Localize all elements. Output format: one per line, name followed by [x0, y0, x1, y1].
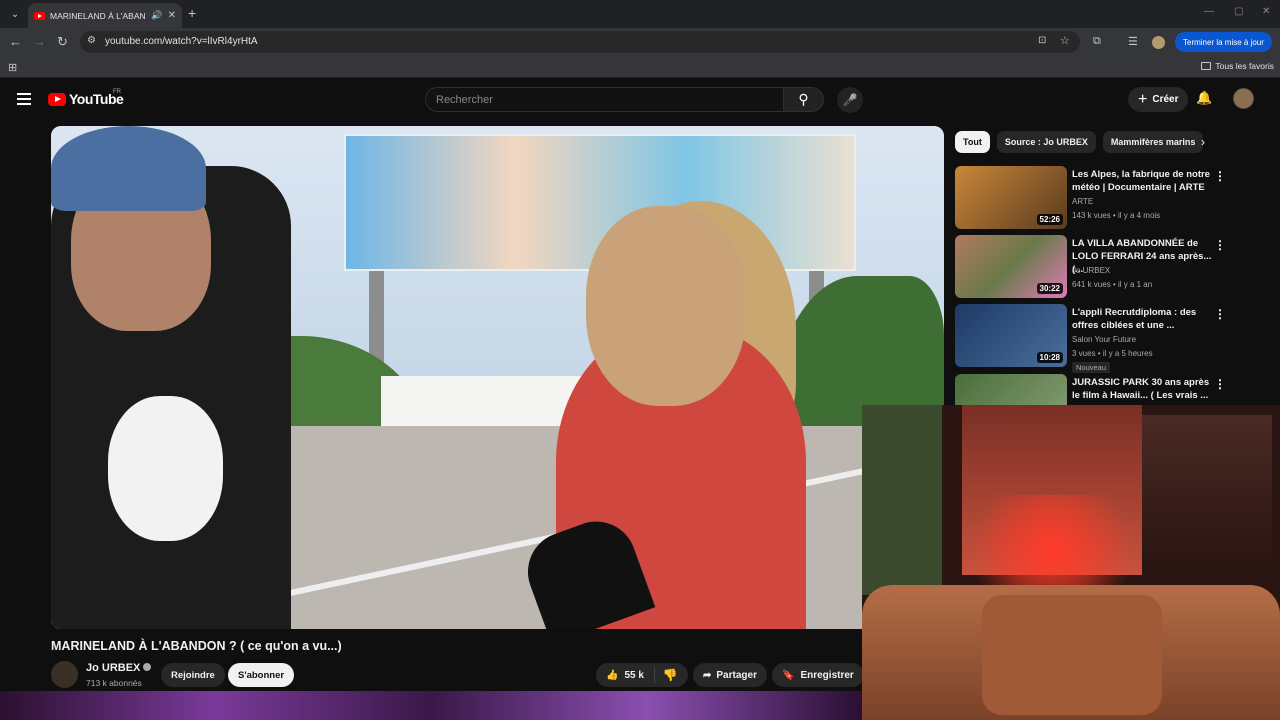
duration: 30:22: [1036, 283, 1063, 294]
recommendation-meta: 143 k vues • il y a 4 mois: [1072, 211, 1161, 220]
recommendation-item[interactable]: 52:26 Les Alpes, la fabrique de notre mé…: [955, 166, 1275, 230]
chip-all[interactable]: Tout: [955, 131, 990, 153]
close-tab-icon[interactable]: ✕: [168, 10, 176, 21]
new-badge: Nouveau: [1072, 362, 1111, 373]
verified-icon: [143, 663, 152, 671]
reload-icon[interactable]: ↻: [57, 34, 68, 50]
menu-icon[interactable]: [17, 93, 31, 105]
youtube-favicon-icon: [34, 11, 45, 20]
new-tab-icon[interactable]: +: [188, 5, 196, 21]
more-actions-icon[interactable]: ⋮: [1214, 238, 1226, 252]
back-icon[interactable]: ←: [9, 34, 22, 49]
like-count: 55 k: [624, 669, 644, 681]
recommendation-channel[interactable]: ARTE: [1072, 197, 1093, 206]
video-thumbnail[interactable]: [955, 374, 1067, 405]
search-button[interactable]: ⚲: [784, 87, 824, 112]
video-player[interactable]: [51, 126, 944, 629]
region-code: FR: [113, 89, 121, 95]
maximize-icon[interactable]: ▢: [1234, 6, 1243, 17]
recommendation-meta: 641 k vues • il y a 1 an: [1072, 280, 1153, 289]
dislike-button[interactable]: 👎: [655, 668, 686, 682]
video-thumbnail[interactable]: 52:26: [955, 166, 1067, 229]
notifications-bell-icon[interactable]: 🔔: [1196, 90, 1212, 106]
forward-icon[interactable]: →: [33, 34, 46, 49]
chip-source[interactable]: Source : Jo URBEX: [996, 131, 1096, 153]
save-button[interactable]: 🔖 Enregistrer: [772, 663, 864, 687]
channel-avatar[interactable]: [51, 661, 78, 688]
like-dislike-group: 👍 55 k 👎: [596, 663, 688, 687]
plus-icon: +: [1138, 90, 1148, 108]
like-button[interactable]: 👍 55 k: [596, 667, 655, 683]
site-settings-icon[interactable]: ⚙: [87, 35, 96, 46]
search-icon: ⚲: [798, 91, 809, 107]
subscribe-button[interactable]: S'abonner: [228, 663, 295, 687]
video-thumbnail[interactable]: 10:28: [955, 304, 1067, 367]
all-bookmarks[interactable]: Tous les favoris: [1201, 61, 1274, 71]
save-label: Enregistrer: [800, 669, 854, 681]
tab-title: MARINELAND À L'ABANDON ? ( ce qu'on a vu…: [50, 10, 146, 21]
install-app-icon[interactable]: ⊡: [1038, 35, 1046, 46]
search-placeholder: Rechercher: [436, 94, 493, 106]
subscriber-count: 713 k abonnés: [86, 678, 142, 688]
bookmarks-bar: ⊞ Tous les favoris: [0, 56, 1280, 78]
bookmark-icon: 🔖: [782, 669, 795, 681]
create-label: Créer: [1152, 94, 1179, 105]
browser-tab[interactable]: MARINELAND À L'ABANDON ? ( ce qu'on a vu…: [28, 3, 182, 28]
all-bookmarks-label: Tous les favoris: [1215, 61, 1274, 71]
video-thumbnail[interactable]: 30:22: [955, 235, 1067, 298]
address-bar-row: ← → ↻ ⚙ youtube.com/watch?v=lIvRl4yrHtA …: [0, 28, 1280, 76]
youtube-play-icon: [48, 92, 66, 106]
recommendation-item[interactable]: 30:22 LA VILLA ABANDONNÉE de LOLO FERRAR…: [955, 235, 1275, 299]
channel-name-text[interactable]: Jo URBEX: [86, 662, 140, 674]
extensions-icon[interactable]: ⧉: [1093, 35, 1101, 48]
thumbs-up-icon: 👍: [606, 669, 619, 681]
duration: 52:26: [1036, 214, 1063, 225]
channel-name[interactable]: Jo URBEX: [86, 662, 152, 674]
more-actions-icon[interactable]: ⋮: [1214, 377, 1226, 391]
recommendation-item[interactable]: JURASSIC PARK 30 ans après le film à Haw…: [955, 374, 1275, 405]
webcam-overlay: [862, 405, 1280, 720]
profile-avatar[interactable]: [1152, 36, 1165, 49]
folder-icon: [1201, 62, 1212, 70]
recommendation-item[interactable]: 10:28 L'appli Recrutdiploma : des offres…: [955, 304, 1275, 373]
share-label: Partager: [716, 669, 757, 681]
account-avatar[interactable]: [1233, 88, 1254, 109]
share-icon: ➦: [703, 669, 712, 681]
youtube-logo[interactable]: YouTube FR: [48, 89, 124, 107]
recommendation-channel[interactable]: Salon Your Future: [1072, 335, 1136, 344]
duration: 10:28: [1036, 352, 1063, 363]
minimize-icon[interactable]: —: [1204, 6, 1214, 17]
search-input[interactable]: Rechercher: [425, 87, 784, 112]
more-actions-icon[interactable]: ⋮: [1214, 307, 1226, 321]
omnibox[interactable]: ⚙ youtube.com/watch?v=lIvRl4yrHtA ⊡ ☆: [80, 31, 1080, 53]
reading-list-icon[interactable]: ☰: [1128, 35, 1138, 48]
voice-search-icon[interactable]: 🎤: [837, 87, 863, 113]
share-button[interactable]: ➦ Partager: [693, 663, 767, 687]
video-title: MARINELAND À L'ABANDON ? ( ce qu'on a vu…: [51, 639, 342, 653]
description-preview-image: [0, 691, 862, 720]
join-button[interactable]: Rejoindre: [161, 663, 225, 687]
youtube-header: YouTube FR Rechercher ⚲ 🎤 + Créer 🔔: [0, 78, 1280, 122]
create-button[interactable]: + Créer: [1128, 87, 1189, 112]
url-text[interactable]: youtube.com/watch?v=lIvRl4yrHtA: [105, 36, 258, 47]
recommendation-title[interactable]: L'appli Recrutdiploma : des offres ciblé…: [1072, 306, 1212, 332]
apps-grid-icon[interactable]: ⊞: [8, 61, 17, 74]
bookmark-star-icon[interactable]: ☆: [1060, 34, 1070, 47]
thumbs-down-icon: 👎: [662, 668, 678, 682]
recommendation-meta: 3 vues • il y a 5 heures: [1072, 349, 1153, 358]
audio-playing-icon[interactable]: 🔊: [151, 10, 162, 21]
recommendation-title[interactable]: JURASSIC PARK 30 ans après le film à Haw…: [1072, 376, 1212, 402]
more-actions-icon[interactable]: ⋮: [1214, 169, 1226, 183]
close-window-icon[interactable]: ✕: [1262, 6, 1270, 17]
recommendation-title[interactable]: Les Alpes, la fabrique de notre météo | …: [1072, 168, 1212, 194]
recommendation-channel[interactable]: Jo URBEX: [1072, 266, 1110, 275]
chevron-right-icon[interactable]: ›: [1201, 135, 1205, 149]
browser-tab-strip: ⌄ MARINELAND À L'ABANDON ? ( ce qu'on a …: [0, 0, 1280, 28]
tab-search-icon[interactable]: ⌄: [6, 5, 24, 23]
filter-chips: Tout Source : Jo URBEX Mammifères marins: [955, 131, 1204, 153]
update-button[interactable]: Terminer la mise à jour: [1175, 32, 1272, 52]
chip-marine-mammals[interactable]: Mammifères marins: [1102, 131, 1204, 153]
